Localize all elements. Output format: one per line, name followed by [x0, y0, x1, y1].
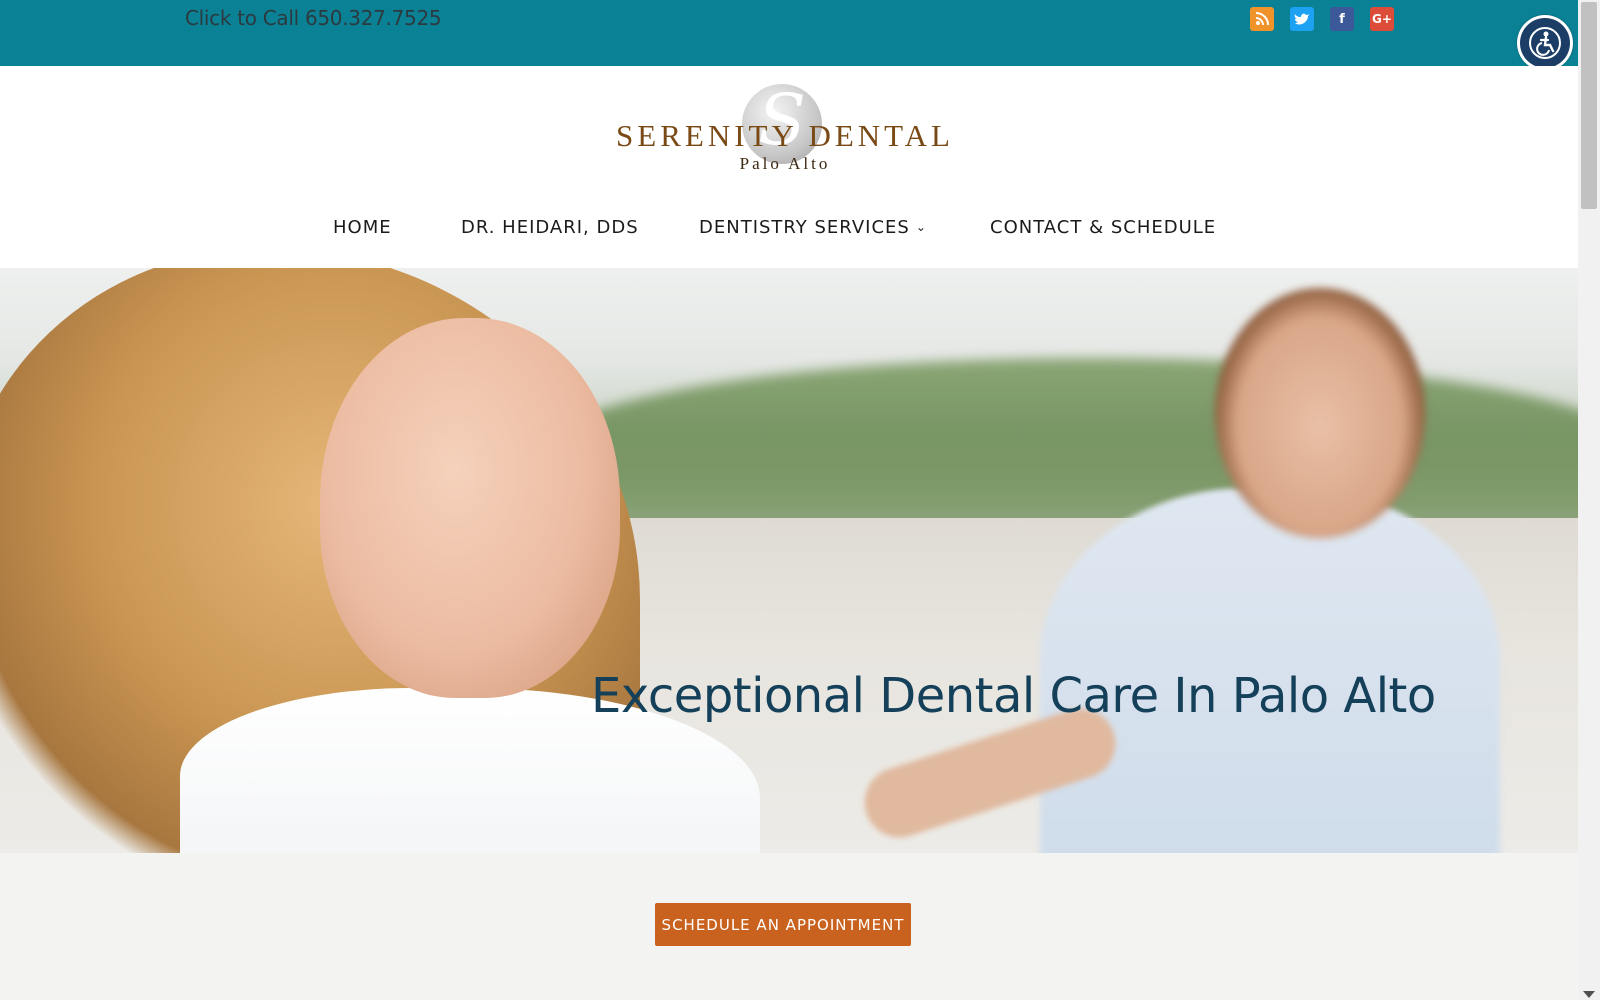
scrollbar-thumb[interactable]: [1581, 2, 1597, 209]
facebook-icon[interactable]: f: [1330, 7, 1354, 31]
main-nav: HOME DR. HEIDARI, DDS DENTISTRY SERVICES…: [0, 217, 1578, 247]
logo-name: SERENITY DENTAL: [616, 118, 954, 153]
logo-subtitle: Palo Alto: [739, 154, 831, 173]
accessibility-button[interactable]: [1517, 15, 1573, 71]
hero-title: Exceptional Dental Care In Palo Alto: [591, 668, 1436, 724]
scroll-down-arrow-icon[interactable]: [1583, 991, 1595, 998]
twitter-icon[interactable]: [1290, 7, 1314, 31]
top-bar: Click to Call 650.327.7525 f G+: [0, 0, 1578, 66]
site-logo[interactable]: S SERENITY DENTAL Palo Alto: [610, 80, 960, 180]
accessibility-icon: [1520, 18, 1570, 68]
page-scrollbar[interactable]: [1578, 0, 1600, 1000]
site-header: S SERENITY DENTAL Palo Alto HOME DR. HEI…: [0, 66, 1578, 268]
hero-banner: Exceptional Dental Care In Palo Alto: [0, 268, 1578, 853]
google-plus-icon[interactable]: G+: [1370, 7, 1394, 31]
chevron-down-icon: ⌄: [915, 220, 927, 234]
click-to-call-link[interactable]: Click to Call 650.327.7525: [185, 6, 442, 30]
hero-woman-face: [320, 318, 620, 698]
nav-item-home[interactable]: HOME: [333, 217, 392, 238]
nav-item-label: CONTACT & SCHEDULE: [990, 217, 1217, 238]
nav-item-contact-schedule[interactable]: CONTACT & SCHEDULE: [990, 217, 1216, 238]
nav-item-label: HOME: [333, 217, 392, 238]
rss-icon[interactable]: [1250, 7, 1274, 31]
nav-item-dentistry-services[interactable]: DENTISTRY SERVICES ⌄: [699, 217, 927, 238]
nav-item-dr-heidari[interactable]: DR. HEIDARI, DDS: [461, 217, 639, 238]
nav-item-label: DENTISTRY SERVICES: [699, 217, 910, 238]
social-links: f G+: [1250, 7, 1394, 31]
schedule-appointment-button[interactable]: SCHEDULE AN APPOINTMENT: [655, 903, 911, 946]
hero-man-head: [1215, 288, 1425, 538]
nav-item-label: DR. HEIDARI, DDS: [461, 217, 639, 238]
